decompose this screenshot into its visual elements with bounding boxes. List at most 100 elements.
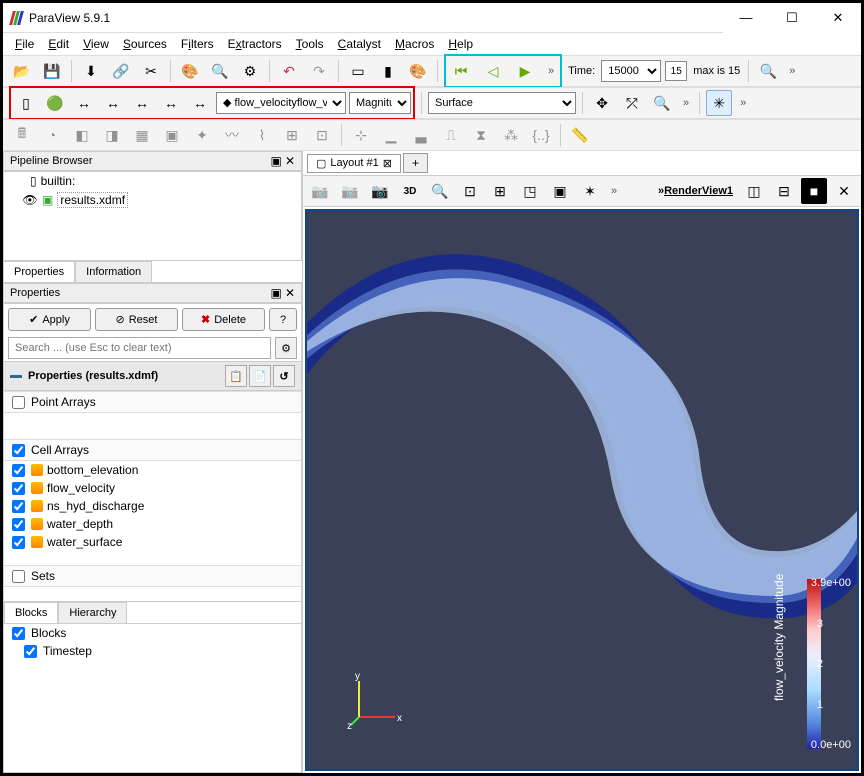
color-legend-icon[interactable]: ▮ <box>375 58 401 84</box>
save-data-icon[interactable]: ⬇ <box>78 58 104 84</box>
box-icon[interactable]: ▭ <box>345 58 371 84</box>
select-more-icon[interactable]: » <box>607 185 621 197</box>
menu-view[interactable]: View <box>77 35 115 53</box>
pipeline-close-icon[interactable]: ✕ <box>285 154 295 168</box>
visibility-eye-icon[interactable]: 👁 <box>22 193 38 207</box>
stream-icon[interactable]: 〰 <box>219 122 245 148</box>
maximize-button[interactable]: ☐ <box>769 3 815 33</box>
cell-arrays-section[interactable]: Cell Arrays <box>4 439 301 461</box>
menu-edit[interactable]: Edit <box>42 35 75 53</box>
cell-array-row[interactable]: ns_hyd_discharge <box>4 497 301 515</box>
edit-color-map-icon[interactable]: 🟢 <box>42 90 68 116</box>
extract-selection-icon[interactable]: ⊡ <box>309 122 335 148</box>
close-button[interactable]: ✕ <box>815 3 861 33</box>
split-v-icon[interactable]: ⊟ <box>771 178 797 204</box>
resample-icon[interactable]: ⁂ <box>498 122 524 148</box>
blocks-row[interactable]: Blocks <box>4 624 301 642</box>
cell-array-row[interactable]: water_surface <box>4 533 301 551</box>
select-block-icon[interactable]: ▣ <box>547 178 573 204</box>
menu-filters[interactable]: Filters <box>175 35 220 53</box>
copy-icon[interactable]: 📋 <box>225 365 247 387</box>
scalar-bar-icon[interactable]: ▯ <box>13 90 39 116</box>
tab-information[interactable]: Information <box>75 261 152 282</box>
camera-reset-icon[interactable]: ✥ <box>589 90 615 116</box>
plot-icon[interactable]: ▁ <box>378 122 404 148</box>
toolbar-more-icon[interactable]: » <box>785 65 799 77</box>
help-button[interactable]: ? <box>269 308 297 331</box>
temporal-icon[interactable]: ⧗ <box>468 122 494 148</box>
pipeline-undock-icon[interactable]: ▣ <box>271 154 282 168</box>
tab-blocks[interactable]: Blocks <box>4 602 58 623</box>
first-frame-icon[interactable]: ⏮ <box>448 58 474 84</box>
advanced-toggle-icon[interactable]: ⚙ <box>275 337 297 359</box>
point-arrays-checkbox[interactable] <box>12 396 25 409</box>
rescale-auto-icon[interactable]: ↔ <box>187 90 213 116</box>
pipeline-results[interactable]: 👁 ▣ results.xdmf <box>16 190 301 210</box>
menu-help[interactable]: Help <box>442 35 479 53</box>
color-component-select[interactable]: Magnitu <box>349 92 411 114</box>
mode-3d-button[interactable]: 3D <box>397 178 423 204</box>
redo-icon[interactable]: ↷ <box>306 58 332 84</box>
menu-catalyst[interactable]: Catalyst <box>332 35 387 53</box>
interactive-select-icon[interactable]: ✶ <box>577 178 603 204</box>
cell-array-row[interactable]: bottom_elevation <box>4 461 301 479</box>
screenshot-all-icon[interactable]: 📷 <box>337 178 363 204</box>
menu-file[interactable]: File <box>9 35 40 53</box>
layout-close-icon[interactable]: ⊠ <box>383 157 392 170</box>
tab-properties[interactable]: Properties <box>3 261 75 282</box>
rescale-custom-icon[interactable]: ↔ <box>100 90 126 116</box>
representation-select[interactable]: Surface <box>428 92 576 114</box>
slice-icon[interactable]: ◨ <box>99 122 125 148</box>
pipeline-browser[interactable]: ▯builtin: 👁 ▣ results.xdmf <box>3 171 302 261</box>
tab-hierarchy[interactable]: Hierarchy <box>58 602 127 623</box>
histogram-icon[interactable]: ▃ <box>408 122 434 148</box>
menu-extractors[interactable]: Extractors <box>222 35 288 53</box>
cell-array-row[interactable]: water_depth <box>4 515 301 533</box>
close-view-icon[interactable]: ✕ <box>831 178 857 204</box>
calculator-icon[interactable]: 🖩 <box>9 122 35 148</box>
camera-more-icon[interactable]: » <box>679 97 693 109</box>
rescale-visible-icon[interactable]: ↔ <box>129 90 155 116</box>
disconnect-icon[interactable]: ✂ <box>138 58 164 84</box>
restore-icon[interactable]: ↺ <box>273 365 295 387</box>
undo-icon[interactable]: ↶ <box>276 58 302 84</box>
warp-icon[interactable]: ⌇ <box>249 122 275 148</box>
split-h-icon[interactable]: ◫ <box>741 178 767 204</box>
rescale-icon[interactable]: ↔ <box>71 90 97 116</box>
select-points-icon[interactable]: ⊡ <box>457 178 483 204</box>
step-back-icon[interactable]: ◁ <box>480 58 506 84</box>
extract-icon[interactable]: ▣ <box>159 122 185 148</box>
screenshot-icon[interactable]: 📷 <box>307 178 333 204</box>
find-icon[interactable]: 🔍 <box>207 58 233 84</box>
layout-tab-1[interactable]: ▢ Layout #1 ⊠ <box>307 154 401 173</box>
delete-button[interactable]: ✖Delete <box>182 308 265 331</box>
rescale-temporal-icon[interactable]: ↔ <box>158 90 184 116</box>
plot-over-line-icon[interactable]: ⎍ <box>438 122 464 148</box>
axes-toggle-icon[interactable]: ✳ <box>706 90 732 116</box>
contour-icon[interactable]: ◔ <box>39 122 65 148</box>
menu-sources[interactable]: Sources <box>117 35 173 53</box>
render-view[interactable]: x y z 3.9e+00 3 2 1 0.0e+00 flow_velocit… <box>305 209 859 771</box>
time-value-select[interactable]: 15000 <box>601 60 661 82</box>
properties-undock-icon[interactable]: ▣ <box>271 286 282 300</box>
group-icon[interactable]: ⊞ <box>279 122 305 148</box>
paste-icon[interactable]: 📄 <box>249 365 271 387</box>
view-more-icon[interactable]: » <box>736 97 750 109</box>
menu-tools[interactable]: Tools <box>290 35 330 53</box>
zoom-closest-icon[interactable]: ⤱ <box>619 90 645 116</box>
play-icon[interactable]: ▶ <box>512 58 538 84</box>
maximize-view-icon[interactable]: ■ <box>801 178 827 204</box>
properties-group-header[interactable]: Properties (results.xdmf) 📋 📄 ↺ <box>4 361 301 391</box>
glyph-icon[interactable]: ✦ <box>189 122 215 148</box>
load-palette-icon[interactable]: 🎨 <box>177 58 203 84</box>
properties-search-input[interactable] <box>8 337 271 359</box>
sets-section[interactable]: Sets <box>4 565 301 587</box>
color-array-select[interactable]: ◆ flow_velocityflow_velocity <box>216 92 346 114</box>
menu-macros[interactable]: Macros <box>389 35 440 53</box>
connect-icon[interactable]: 🔗 <box>108 58 134 84</box>
zoom-to-data-icon[interactable]: 🔍 <box>755 58 781 84</box>
minimize-button[interactable]: — <box>723 3 769 33</box>
sets-checkbox[interactable] <box>12 570 25 583</box>
save-state-icon[interactable]: 💾 <box>39 58 65 84</box>
camera-icon[interactable]: 📷 <box>367 178 393 204</box>
